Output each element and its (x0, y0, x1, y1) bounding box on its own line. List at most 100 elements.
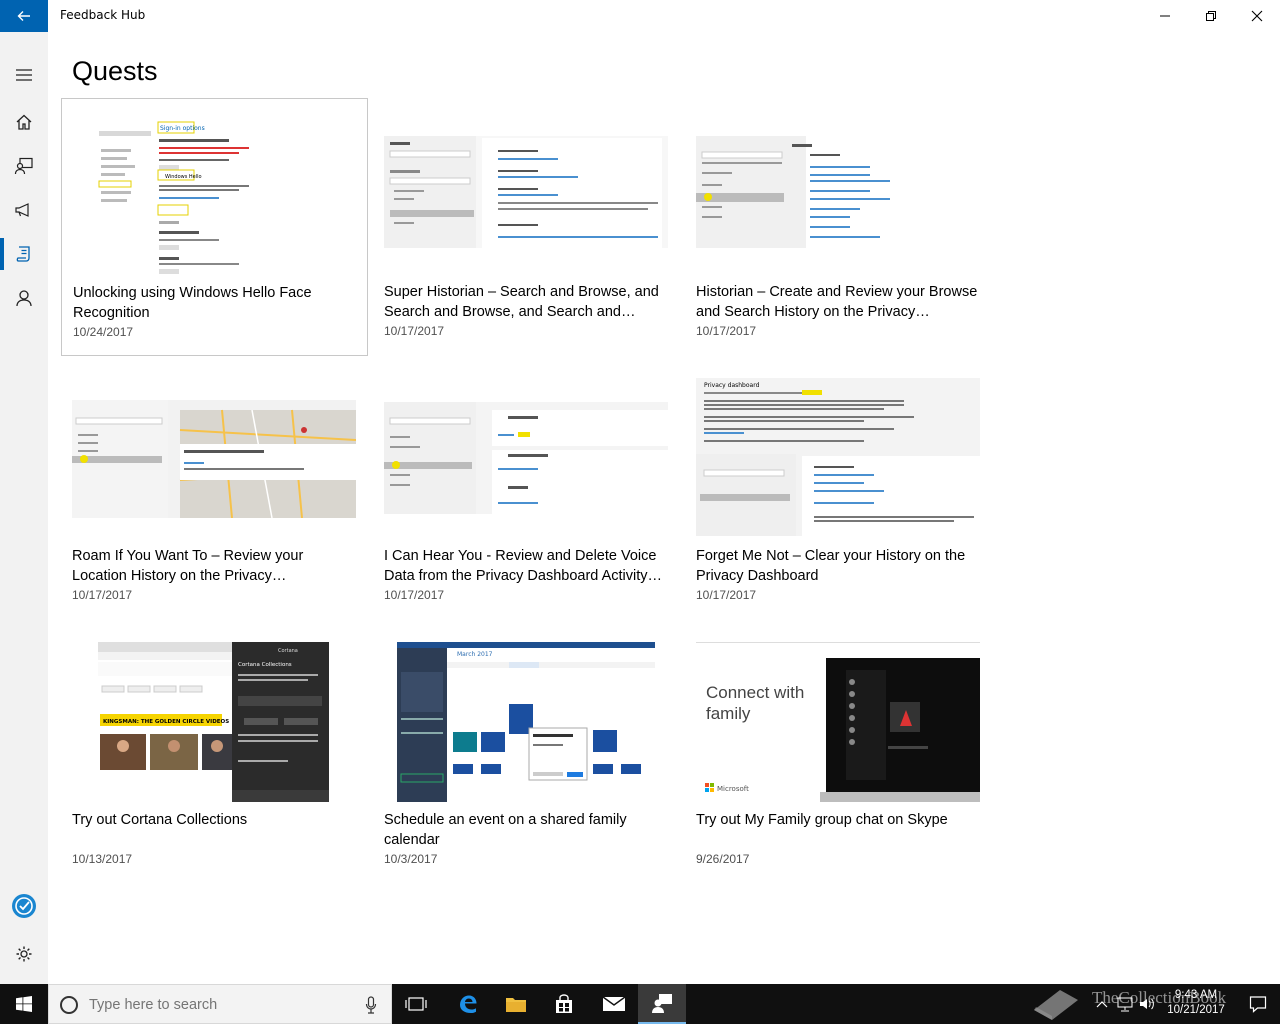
quest-title: Super Historian – Search and Browse, and… (384, 284, 659, 320)
feedback-hub-icon (652, 994, 672, 1013)
feedback-icon (14, 157, 33, 175)
action-center-icon (1249, 996, 1267, 1013)
close-button[interactable] (1234, 0, 1280, 32)
quest-thumbnail: KINGSMAN: THE GOLDEN CIRCLE VIDEOS Corta… (98, 642, 329, 802)
store-icon (556, 994, 572, 1013)
network-icon[interactable] (1116, 996, 1134, 1012)
back-button[interactable] (0, 0, 48, 32)
quest-title: Roam If You Want To – Review your Locati… (72, 548, 304, 584)
home-icon (16, 114, 32, 130)
quest-date: 10/17/2017 (696, 324, 757, 338)
quest-card[interactable]: Sign-in options Windows Hello Unlocking … (61, 98, 368, 356)
quest-thumbnail: March 2017 (397, 642, 655, 802)
cortana-banner: KINGSMAN: THE GOLDEN CIRCLE VIDEOS (103, 719, 229, 725)
sidebar-item-settings[interactable] (0, 932, 48, 976)
quest-title: Schedule an event on a shared family cal… (384, 812, 627, 848)
quest-thumbnail: Connect with family Microsoft (696, 642, 980, 802)
volume-icon[interactable] (1138, 996, 1156, 1012)
quest-card[interactable]: I Can Hear You - Review and Delete Voice… (373, 362, 680, 620)
person-icon (16, 290, 32, 307)
sidebar-item-achievements[interactable] (0, 276, 48, 320)
restore-button[interactable] (1188, 0, 1234, 32)
quest-title: Unlocking using Windows Hello Face Recog… (73, 285, 312, 321)
privacy-heading: Privacy dashboard (704, 382, 760, 389)
quest-icon (16, 246, 30, 262)
quest-date: 10/13/2017 (72, 852, 133, 866)
sidebar-item-feedback[interactable] (0, 144, 48, 188)
quest-date: 10/17/2017 (696, 588, 757, 602)
quest-thumbnail (696, 136, 980, 248)
search-input[interactable] (89, 995, 349, 1015)
edge-icon (460, 995, 477, 1013)
gear-icon (16, 946, 32, 962)
taskbar-clock[interactable]: 9:43 AM 10/21/2017 (1158, 988, 1234, 1018)
sidebar-item-quests[interactable] (0, 232, 48, 276)
quest-card[interactable]: Privacy dashboard Forget Me Not – Clear … (685, 362, 992, 620)
insider-badge-icon (12, 894, 36, 918)
sidebar-item-insider[interactable] (0, 884, 48, 928)
close-icon (1251, 10, 1263, 22)
quest-card[interactable]: Super Historian – Search and Browse, and… (373, 98, 680, 356)
megaphone-icon (15, 203, 29, 217)
clock-date: 10/21/2017 (1167, 1004, 1225, 1016)
quest-title: Try out My Family group chat on Skype (696, 812, 948, 828)
quest-title: Try out Cortana Collections (72, 812, 248, 828)
quest-title: Historian – Create and Review your Brows… (696, 284, 978, 320)
sidebar-item-announcements[interactable] (0, 188, 48, 232)
hamburger-icon (16, 69, 32, 81)
folder-icon (506, 998, 526, 1012)
taskbar-store[interactable] (540, 984, 588, 1024)
taskbar-mail[interactable] (590, 984, 638, 1024)
svg-text:Cortana: Cortana (278, 648, 298, 654)
sidebar-item-menu[interactable] (0, 53, 48, 97)
system-tray (1090, 984, 1160, 1024)
quest-title: I Can Hear You - Review and Delete Voice… (384, 548, 663, 584)
start-button[interactable] (0, 984, 48, 1024)
quest-card[interactable]: March 2017 Schedule an event on a shared… (373, 626, 680, 884)
sidebar-item-home[interactable] (0, 100, 48, 144)
restore-icon (1206, 11, 1216, 21)
taskbar-edge[interactable] (444, 984, 492, 1024)
microphone-icon[interactable] (365, 996, 377, 1014)
quest-card[interactable]: Historian – Create and Review your Brows… (685, 98, 992, 356)
minimize-button[interactable] (1142, 0, 1188, 32)
quest-thumbnail (72, 400, 356, 518)
hello-sub: Windows Hello (165, 174, 202, 180)
quest-title: Forget Me Not – Clear your History on th… (696, 548, 966, 584)
quest-card[interactable]: Connect with family Microsoft Try out My… (685, 626, 992, 884)
skype-headline: Connect with family (706, 683, 805, 723)
quest-thumbnail: Privacy dashboard (696, 378, 980, 536)
chevron-up-icon[interactable] (1096, 999, 1108, 1009)
windows-logo-icon (16, 996, 32, 1012)
cortana-circle-icon (60, 996, 78, 1014)
quest-card[interactable]: Roam If You Want To – Review your Locati… (61, 362, 368, 620)
taskbar-search[interactable] (48, 984, 392, 1024)
cortana-panel-title: Cortana Collections (238, 662, 292, 668)
task-view-button[interactable] (392, 984, 440, 1024)
mail-icon (602, 996, 626, 1011)
skype-brand: Microsoft (717, 785, 749, 793)
hello-heading: Sign-in options (160, 125, 205, 132)
taskbar: 9:43 AM 10/21/2017 (0, 984, 1280, 1024)
page-title: Quests (72, 56, 158, 86)
clock-time: 9:43 AM (1174, 989, 1218, 1001)
app-title: Feedback Hub (60, 8, 146, 22)
calendar-month: March 2017 (457, 651, 493, 658)
minimize-icon (1160, 15, 1170, 17)
quest-thumbnail (384, 402, 668, 514)
quest-date: 10/17/2017 (384, 324, 445, 338)
quest-thumbnail: Sign-in options Windows Hello (73, 99, 357, 279)
quest-date: 10/17/2017 (384, 588, 445, 602)
quest-date: 9/26/2017 (696, 852, 750, 866)
quest-date: 10/3/2017 (384, 852, 438, 866)
quest-thumbnail (384, 136, 668, 248)
back-arrow-icon (17, 11, 30, 21)
quest-date: 10/24/2017 (73, 325, 134, 339)
sidebar (0, 32, 48, 984)
quest-card[interactable]: KINGSMAN: THE GOLDEN CIRCLE VIDEOS Corta… (61, 626, 368, 884)
quest-date: 10/17/2017 (72, 588, 133, 602)
taskbar-file-explorer[interactable] (492, 984, 540, 1024)
task-view-icon (405, 997, 427, 1011)
taskbar-feedback-hub[interactable] (638, 984, 686, 1024)
action-center-button[interactable] (1236, 984, 1280, 1024)
